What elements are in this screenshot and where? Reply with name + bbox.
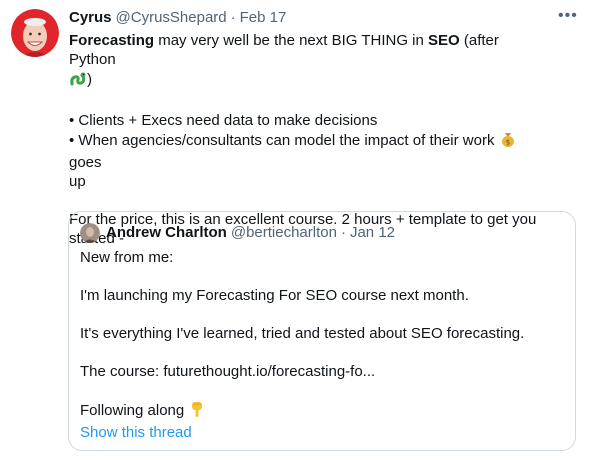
snake-emoji-icon <box>69 69 87 92</box>
quoted-author-handle[interactable]: @bertiecharlton <box>231 223 337 243</box>
money-bag-emoji-icon: $ <box>499 130 517 153</box>
separator-dot: · <box>340 224 346 241</box>
quoted-tweet-header: Andrew Charlton @bertiecharlton · Jan 12 <box>80 223 395 243</box>
tweet-line-2: ) <box>69 69 549 92</box>
quoted-tweet-card[interactable]: Andrew Charlton @bertiecharlton · Jan 12… <box>68 211 576 451</box>
bullet-2: • When agencies/consultants can model th… <box>69 130 549 172</box>
quoted-line-2: I'm launching my Forecasting For SEO cou… <box>80 287 469 304</box>
bullet-2-continued: up <box>69 173 86 190</box>
more-options-icon[interactable]: ••• <box>558 8 578 24</box>
tweet-text-fragment: ) <box>87 71 92 88</box>
bold-seo: SEO <box>428 32 460 49</box>
author-handle[interactable]: @CyrusShepard <box>116 8 227 28</box>
tweet-text-fragment: • When agencies/consultants can model th… <box>69 132 499 149</box>
quoted-line-5: Following along <box>80 400 560 423</box>
tweet-date[interactable]: Feb 17 <box>240 8 287 28</box>
tweet-line-1: Forecasting may very well be the next BI… <box>69 31 549 69</box>
tweet-text-fragment: may very well be the next BIG THING in <box>154 32 429 49</box>
quoted-author-name[interactable]: Andrew Charlton <box>106 223 227 243</box>
quoted-line-1: New from me: <box>80 249 174 266</box>
quoted-date[interactable]: Jan 12 <box>350 223 395 243</box>
svg-text:$: $ <box>505 139 509 147</box>
author-name[interactable]: Cyrus <box>69 8 112 28</box>
avatar[interactable] <box>11 9 59 57</box>
quoted-line-4: The course: futurethought.io/forecasting… <box>80 363 376 380</box>
tweet: ••• Cyrus @CyrusShepard · Feb 17 Forecas… <box>0 0 591 460</box>
quoted-text-fragment: Following along <box>80 402 189 419</box>
show-thread-link[interactable]: Show this thread <box>80 423 560 442</box>
tweet-header: Cyrus @CyrusShepard · Feb 17 <box>69 8 549 28</box>
quoted-line-3: It's everything I've learned, tried and … <box>80 325 525 342</box>
tweet-text-fragment: goes <box>69 154 102 171</box>
quoted-tweet-text: New from me: I'm launching my Forecastin… <box>80 248 560 442</box>
separator-dot: · <box>230 9 236 26</box>
pointing-down-emoji-icon <box>188 400 206 423</box>
bold-forecasting: Forecasting <box>69 32 155 49</box>
quoted-avatar[interactable] <box>80 223 100 243</box>
bullet-1: • Clients + Execs need data to make deci… <box>69 112 378 129</box>
